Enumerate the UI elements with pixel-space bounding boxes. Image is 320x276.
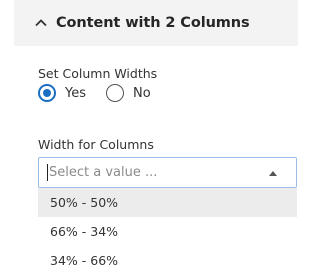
radio-yes-indicator[interactable] xyxy=(38,84,56,102)
option-50-50[interactable]: 50% - 50% xyxy=(38,188,297,217)
section-title: Content with 2 Columns xyxy=(56,15,250,31)
radio-no-indicator[interactable] xyxy=(106,84,124,102)
column-widths-label: Set Column Widths xyxy=(38,66,158,81)
chevron-up-icon[interactable] xyxy=(34,16,48,30)
radio-yes-label: Yes xyxy=(65,85,86,101)
option-66-34[interactable]: 66% - 34% xyxy=(38,217,297,246)
width-select-input[interactable]: Select a value ... xyxy=(38,157,297,188)
width-for-columns-label: Width for Columns xyxy=(38,137,154,152)
width-options-list: 50% - 50% 66% - 34% 34% - 66% xyxy=(38,188,297,275)
section-header[interactable]: Content with 2 Columns xyxy=(14,0,298,46)
radio-yes[interactable]: Yes xyxy=(38,84,86,102)
dropdown-arrow-icon[interactable] xyxy=(269,171,277,176)
select-placeholder: Select a value ... xyxy=(49,165,158,180)
option-34-66[interactable]: 34% - 66% xyxy=(38,246,297,275)
radio-no-label: No xyxy=(133,85,151,101)
column-widths-radio-group: Yes No xyxy=(38,84,171,102)
text-caret xyxy=(47,164,48,181)
radio-no[interactable]: No xyxy=(106,84,151,102)
